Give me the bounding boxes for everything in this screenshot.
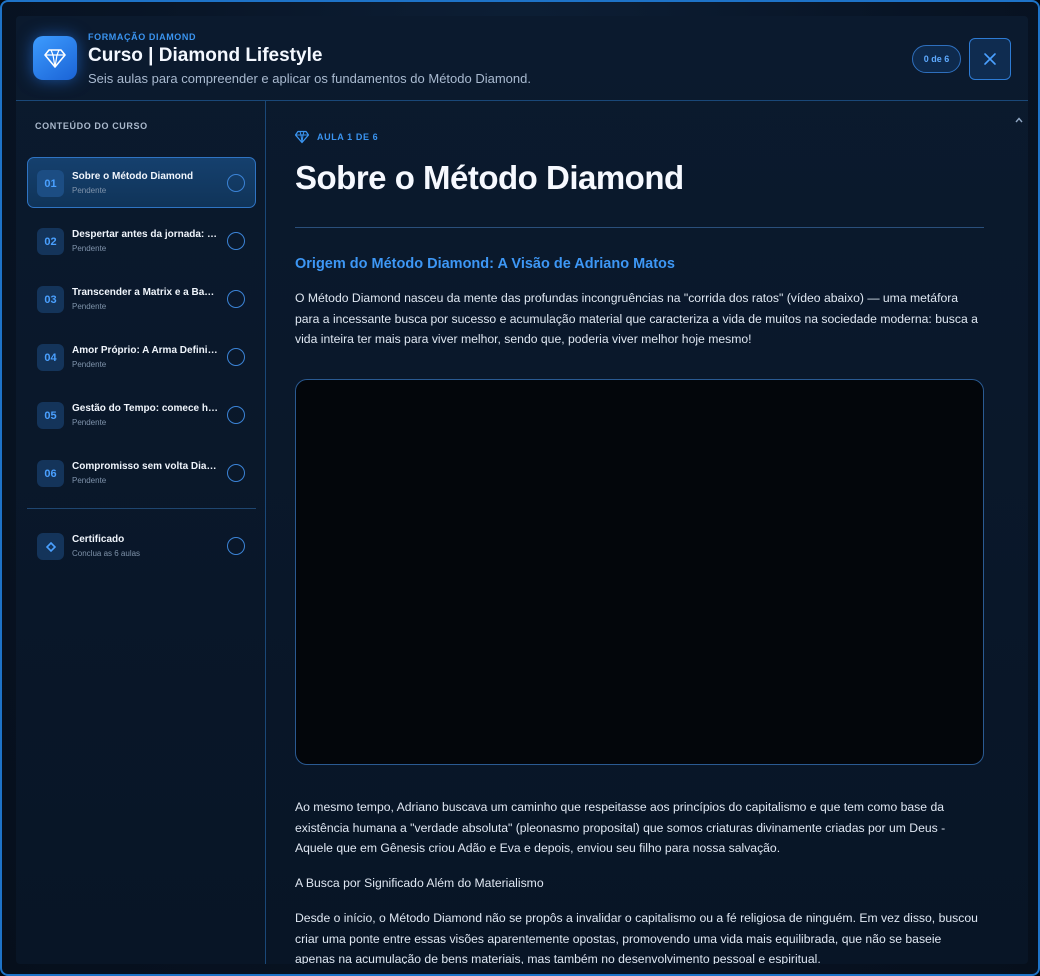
paragraph: Ao mesmo tempo, Adriano buscava um camin… — [295, 800, 946, 855]
lesson-status: Pendente — [72, 244, 107, 253]
course-subtitle: Seis aulas para compreender e aplicar os… — [88, 71, 531, 86]
lesson-title: Sobre o Método Diamond — [72, 171, 194, 182]
sidebar-lesson-1[interactable]: 01 Sobre o Método Diamond Pendente — [27, 157, 256, 208]
lesson-title: Sobre o Método Diamond — [295, 159, 684, 196]
diamond-icon — [295, 130, 309, 144]
lesson-title: Compromisso sem volta Diamond — [72, 461, 218, 472]
course-eyebrow: FORMAÇÃO DIAMOND — [88, 32, 197, 42]
lesson-status: Pendente — [72, 302, 107, 311]
lesson-number: 05 — [37, 402, 64, 429]
course-sidebar: CONTEÚDO DO CURSO 01 Sobre o Método Diam… — [16, 101, 266, 964]
lesson-title: Amor Próprio: A Arma Definitiva — [72, 345, 218, 356]
lesson-complete-toggle[interactable] — [227, 232, 245, 250]
title-divider — [295, 227, 984, 228]
lesson-complete-toggle[interactable] — [227, 406, 245, 424]
lesson-tag: AULA 1 DE 6 — [295, 130, 378, 144]
lesson-title: Gestão do Tempo: comece hoje — [72, 403, 218, 414]
lesson-complete-toggle[interactable] — [227, 290, 245, 308]
course-window: FORMAÇÃO DIAMOND Curso | Diamond Lifesty… — [0, 0, 1040, 976]
lesson-counter: AULA 1 DE 6 — [317, 132, 379, 142]
course-title: Curso | Diamond Lifestyle — [88, 45, 323, 66]
sidebar-lesson-3[interactable]: 03 Transcender a Matrix e a Barreira Pen… — [27, 273, 256, 324]
lesson-number: 06 — [37, 460, 64, 487]
video-player[interactable] — [295, 379, 984, 765]
course-header: FORMAÇÃO DIAMOND Curso | Diamond Lifesty… — [16, 16, 1028, 101]
lesson-complete-toggle[interactable] — [227, 464, 245, 482]
lesson-status: Pendente — [72, 186, 107, 195]
sidebar-lesson-5[interactable]: 05 Gestão do Tempo: comece hoje Pendente — [27, 389, 256, 440]
section-heading: Origem do Método Diamond: A Visão de Adr… — [295, 256, 675, 272]
course-panel: FORMAÇÃO DIAMOND Curso | Diamond Lifesty… — [16, 16, 1028, 964]
lesson-number: 02 — [37, 228, 64, 255]
paragraph: Desde o início, o Método Diamond não se … — [295, 911, 978, 964]
diamond-small-icon — [37, 533, 64, 560]
paragraph-subheading: A Busca por Significado Além do Material… — [295, 876, 544, 890]
sidebar-lesson-4[interactable]: 04 Amor Próprio: A Arma Definitiva Pende… — [27, 331, 256, 382]
lesson-number: 01 — [37, 170, 64, 197]
sidebar-divider — [27, 508, 256, 509]
close-button[interactable] — [969, 38, 1011, 80]
progress-badge: 0 de 6 — [912, 45, 961, 73]
sidebar-certificate[interactable]: Certificado Conclua as 6 aulas — [27, 520, 256, 571]
certificate-title: Certificado — [72, 534, 125, 545]
scroll-down-button[interactable] — [1013, 962, 1025, 964]
lesson-title: Transcender a Matrix e a Barreira — [72, 287, 218, 298]
lesson-complete-toggle[interactable] — [227, 174, 245, 192]
lesson-content: AULA 1 DE 6 Sobre o Método Diamond Orige… — [267, 101, 1028, 964]
diamond-logo-icon — [33, 36, 77, 80]
paragraph: O Método Diamond nasceu da mente das pro… — [295, 291, 978, 346]
sidebar-lesson-6[interactable]: 06 Compromisso sem volta Diamond Pendent… — [27, 447, 256, 498]
certificate-toggle[interactable] — [227, 537, 245, 555]
lesson-complete-toggle[interactable] — [227, 348, 245, 366]
lesson-number: 03 — [37, 286, 64, 313]
certificate-status: Conclua as 6 aulas — [72, 549, 141, 558]
lesson-status: Pendente — [72, 476, 107, 485]
lesson-title: Despertar antes da jornada: Raciocínio — [72, 229, 218, 240]
lesson-status: Pendente — [72, 418, 107, 427]
sidebar-heading: CONTEÚDO DO CURSO — [35, 121, 148, 131]
lesson-status: Pendente — [72, 360, 107, 369]
lesson-number: 04 — [37, 344, 64, 371]
scroll-up-button[interactable] — [1013, 114, 1025, 126]
sidebar-lesson-2[interactable]: 02 Despertar antes da jornada: Raciocíni… — [27, 215, 256, 266]
chevron-up-icon — [1015, 117, 1023, 123]
close-icon — [984, 53, 996, 65]
